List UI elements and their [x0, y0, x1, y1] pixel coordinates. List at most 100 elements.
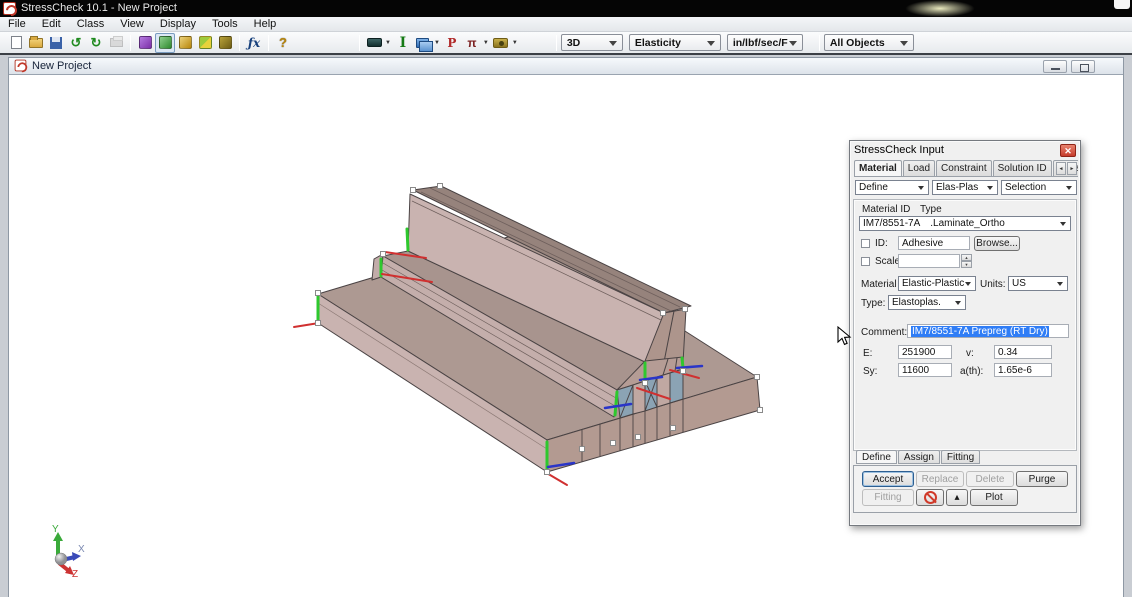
menu-edit[interactable]: Edit	[34, 18, 69, 30]
cancel-operation-button[interactable]	[916, 489, 944, 506]
menu-file[interactable]: File	[0, 18, 34, 30]
tab-solution-id[interactable]: Solution ID	[993, 160, 1052, 176]
snapshot-button[interactable]	[491, 33, 511, 53]
model-objects-button[interactable]	[135, 33, 155, 53]
tab-load[interactable]: Load	[903, 160, 935, 176]
type-value-combo[interactable]: Elastoplas.	[888, 295, 966, 310]
menu-help[interactable]: Help	[246, 18, 285, 30]
units-value-combo[interactable]: US	[1008, 276, 1068, 291]
p-order-button[interactable]: P	[442, 33, 462, 53]
archive-button[interactable]	[175, 33, 195, 53]
object-filter-combo[interactable]: All Objects	[824, 34, 914, 51]
close-icon[interactable]: ✕	[1060, 144, 1076, 157]
analysis-type-combo[interactable]: Elasticity	[629, 34, 721, 51]
no-entry-icon	[924, 491, 937, 504]
bottom-tabstrip: Define Assign Fitting	[856, 450, 981, 464]
id-checkbox[interactable]	[861, 239, 870, 248]
menu-tools[interactable]: Tools	[204, 18, 246, 30]
v-label: v:	[966, 348, 974, 359]
maximize-button[interactable]	[1071, 60, 1095, 73]
section-button[interactable]: π	[462, 33, 482, 53]
fitting-button[interactable]: Fitting	[862, 489, 914, 506]
material-groupbox: Material ID Type IM7/8551-7A .Laminate_O…	[853, 199, 1077, 451]
ath-label: a(th):	[960, 366, 983, 377]
ath-input[interactable]: 1.65e-6	[994, 363, 1052, 377]
delete-button[interactable]: Delete	[966, 471, 1014, 487]
menu-display[interactable]: Display	[152, 18, 204, 30]
tab-scroll-left-icon[interactable]: ◄	[1056, 162, 1066, 175]
menu-view[interactable]: View	[112, 18, 152, 30]
new-file-button[interactable]	[6, 33, 26, 53]
selection-combo[interactable]: Selection	[1001, 180, 1077, 195]
spin-up-icon[interactable]: ▲	[961, 254, 972, 261]
comment-input[interactable]: IM7/8551-7A Prepreg (RT Dry)	[907, 324, 1069, 338]
display-mode-button[interactable]	[364, 33, 384, 53]
scale-input[interactable]	[898, 254, 960, 268]
export-icon: ↻	[91, 36, 102, 49]
document-window: New Project	[8, 57, 1124, 597]
bottom-tab-fitting[interactable]: Fitting	[941, 450, 980, 464]
e-input[interactable]: 251900	[898, 345, 952, 359]
dimension-combo[interactable]: 3D	[561, 34, 623, 51]
e-label: E:	[863, 348, 872, 359]
joint-slice-face[interactable]	[670, 369, 683, 403]
layers-button[interactable]	[413, 33, 433, 53]
import-button[interactable]: ↺	[66, 33, 86, 53]
sy-label: Sy:	[863, 366, 877, 377]
material-behavior-combo[interactable]: Elastic-Plastic	[898, 276, 976, 291]
replace-button[interactable]: Replace	[916, 471, 964, 487]
database-cube-icon	[219, 36, 232, 49]
save-button[interactable]	[46, 33, 66, 53]
export-button[interactable]: ↻	[86, 33, 106, 53]
minimize-button[interactable]	[1043, 60, 1067, 73]
tab-material[interactable]: Material	[854, 160, 902, 176]
spin-down-icon[interactable]: ▼	[961, 261, 972, 268]
section-caret-icon[interactable]: ▼	[483, 40, 489, 46]
desktop-glow	[905, 0, 975, 17]
open-button[interactable]	[26, 33, 46, 53]
bottom-tab-define[interactable]: Define	[856, 450, 897, 464]
tab-constraint[interactable]: Constraint	[936, 160, 992, 176]
triad-z-label: Z	[72, 569, 78, 580]
type-label: Type:	[861, 298, 885, 309]
browse-button[interactable]: Browse...	[974, 236, 1020, 251]
method-combo[interactable]: Define	[855, 180, 929, 195]
material-model-combo[interactable]: Elas-Plas	[932, 180, 998, 195]
document-title: New Project	[32, 60, 91, 72]
model-viewport[interactable]: Y X Z StressCheck Input ✕ Material Load …	[9, 75, 1123, 597]
help-icon: ?	[279, 35, 287, 50]
material-label: Material	[861, 279, 897, 290]
sy-input[interactable]: 11600	[898, 363, 952, 377]
mdi-area: New Project	[0, 55, 1132, 597]
layers-caret-icon[interactable]: ▼	[434, 40, 440, 46]
formula-button[interactable]: ƒx	[244, 33, 264, 53]
formula-icon: ƒx	[248, 36, 260, 50]
tab-scroll-right-icon[interactable]: ►	[1067, 162, 1077, 175]
combo-caret-icon	[707, 41, 715, 46]
ibeam-button[interactable]: I	[393, 33, 413, 53]
app-titlebar: StressCheck 10.1 - New Project	[0, 0, 1132, 17]
display-mode-caret-icon[interactable]: ▼	[385, 40, 391, 46]
accept-button[interactable]: Accept	[862, 471, 914, 487]
purge-button[interactable]: Purge	[1016, 471, 1068, 487]
material-record-combo[interactable]: IM7/8551-7A .Laminate_Ortho	[859, 216, 1071, 231]
database-button[interactable]	[215, 33, 235, 53]
snapshot-caret-icon[interactable]: ▼	[512, 40, 518, 46]
expand-button[interactable]: ▴	[946, 489, 968, 506]
units-combo[interactable]: in/lbf/sec/F	[727, 34, 803, 51]
save-icon	[50, 37, 62, 49]
select-mode-button[interactable]	[155, 33, 175, 53]
v-input[interactable]: 0.34	[994, 345, 1052, 359]
bottom-tab-page: Accept Replace Delete Purge Fitting ▴ Pl…	[853, 465, 1077, 513]
id-input[interactable]: Adhesive	[898, 236, 970, 250]
mesh-button[interactable]	[195, 33, 215, 53]
print-button[interactable]	[106, 33, 126, 53]
scale-spinner[interactable]: ▲▼	[961, 254, 972, 268]
ibeam-icon: I	[400, 35, 407, 51]
scale-checkbox[interactable]	[861, 257, 870, 266]
bottom-tab-assign[interactable]: Assign	[898, 450, 940, 464]
help-button[interactable]: ?	[273, 33, 293, 53]
plot-button[interactable]: Plot	[970, 489, 1018, 506]
window-control-fragment[interactable]	[1114, 0, 1130, 9]
menu-class[interactable]: Class	[69, 18, 113, 30]
